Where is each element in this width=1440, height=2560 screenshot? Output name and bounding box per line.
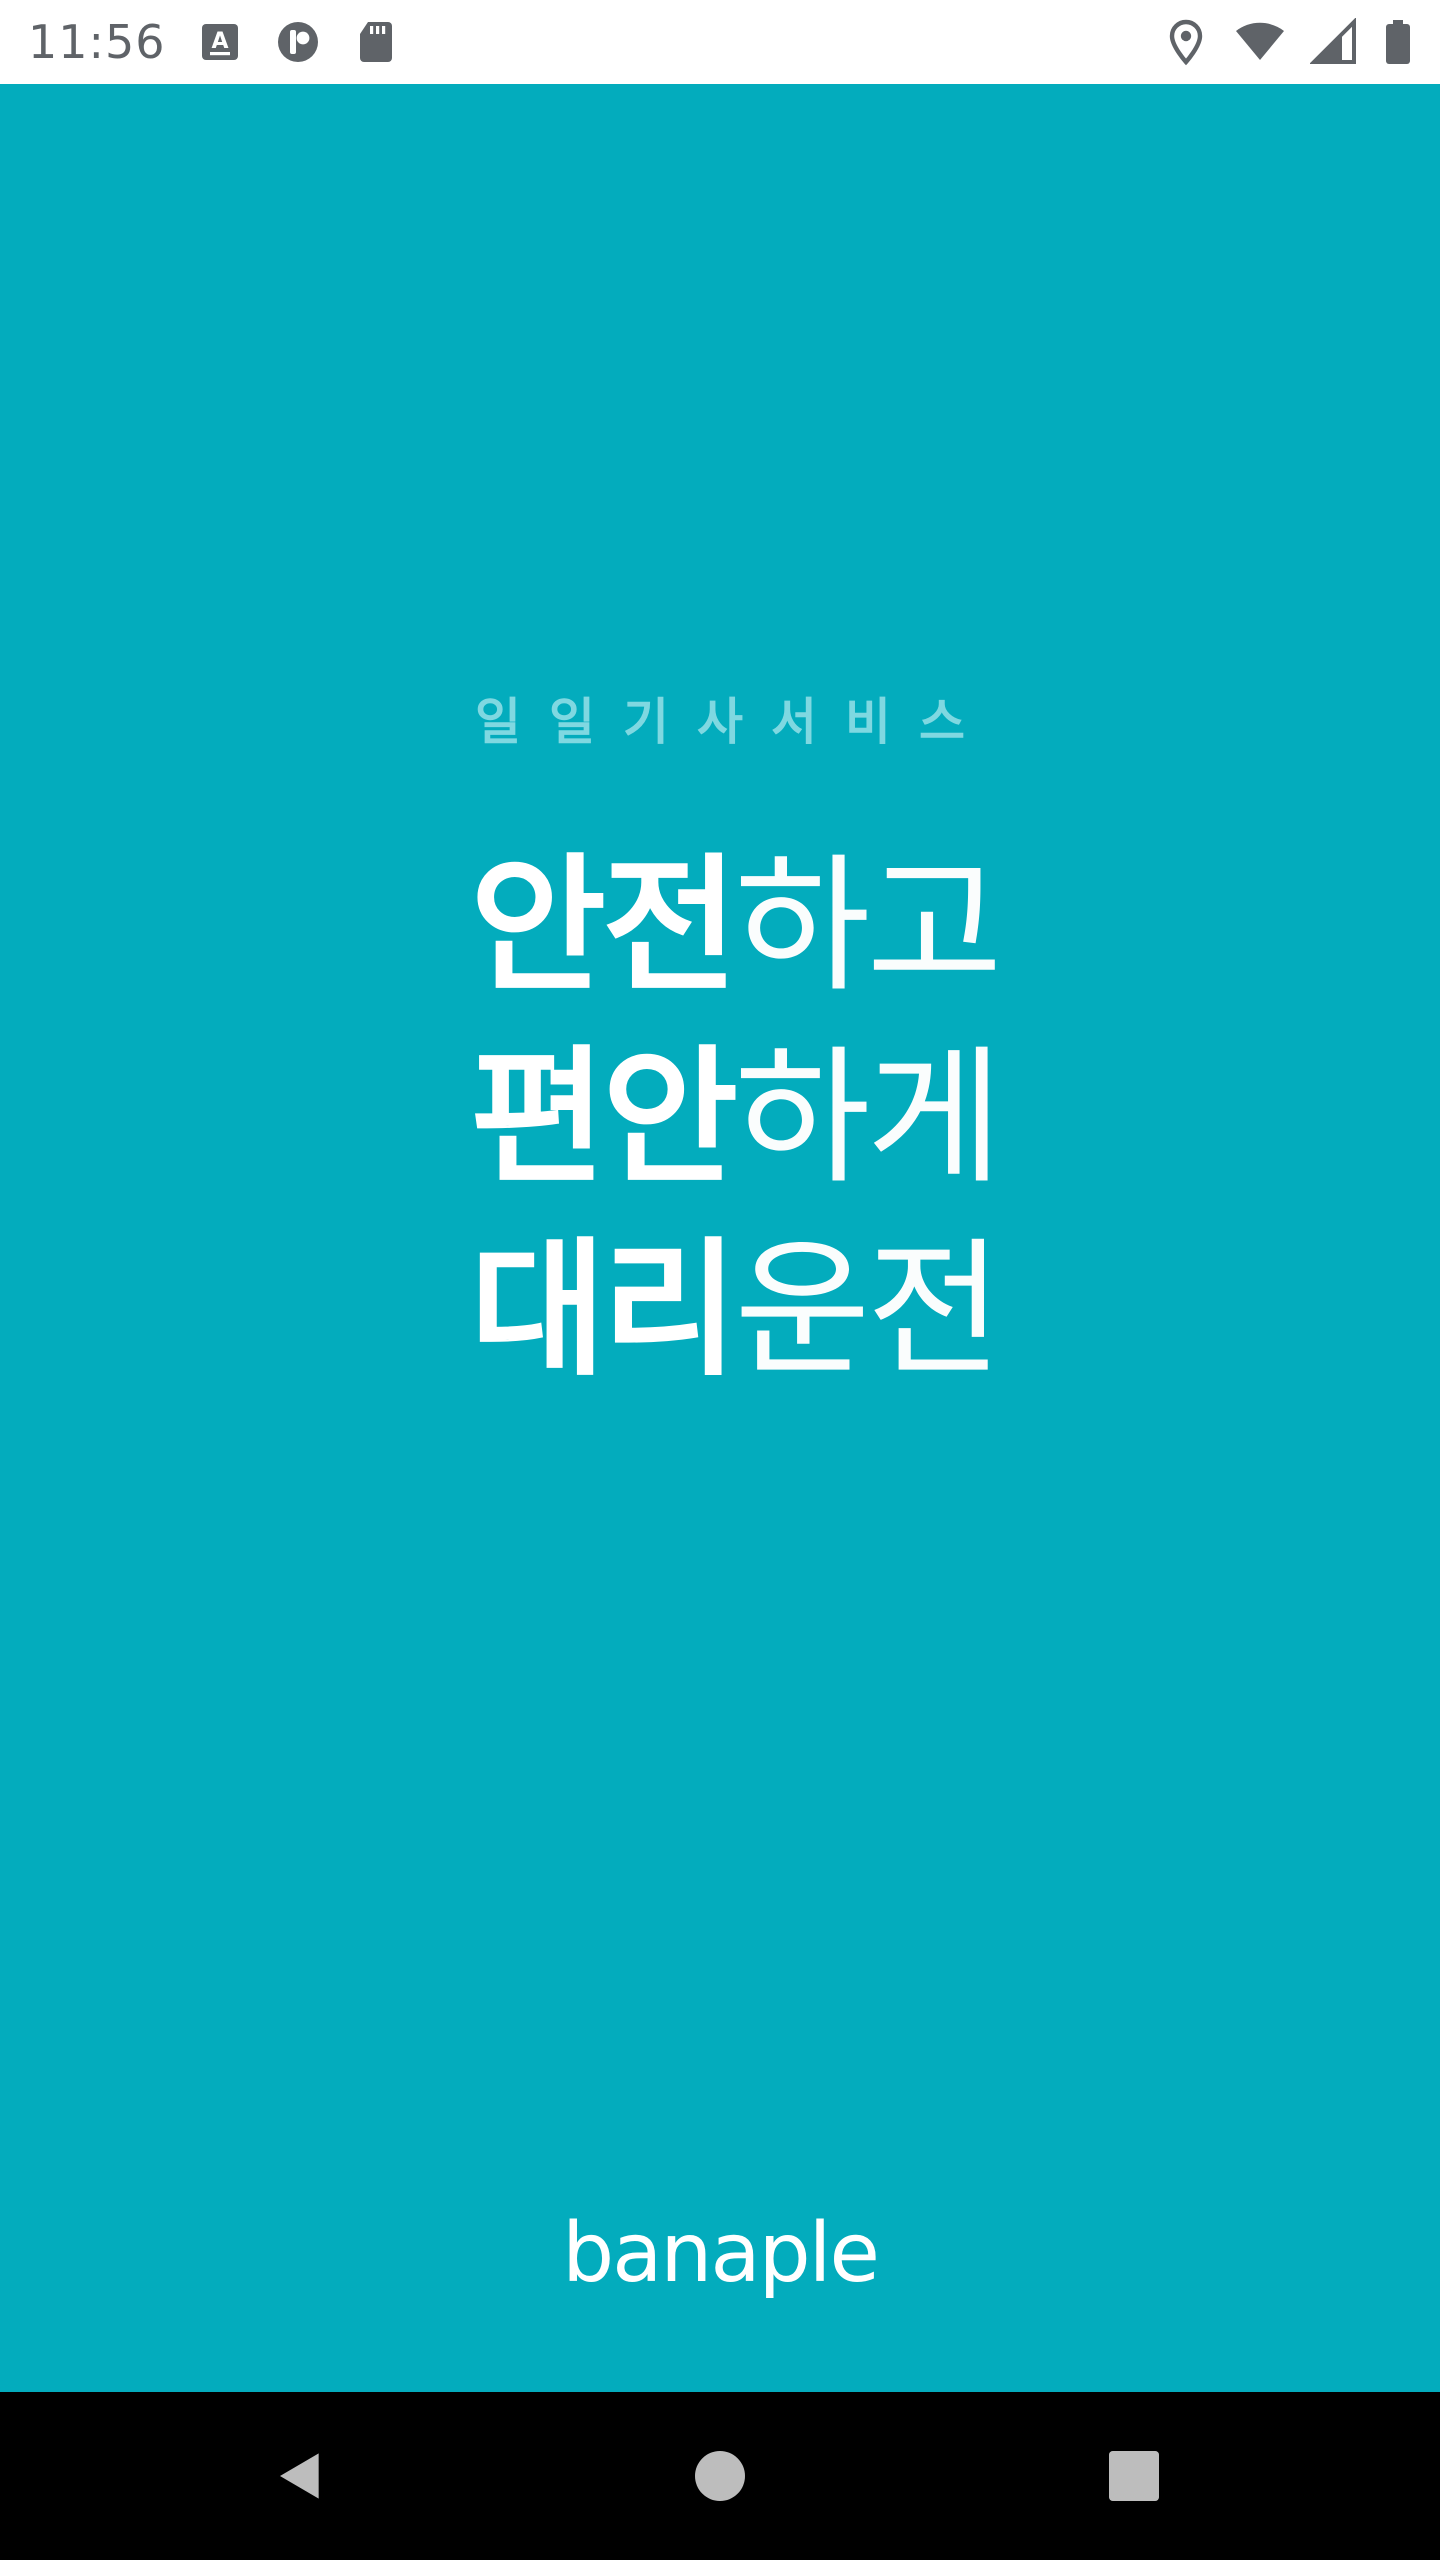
svg-text:A: A bbox=[211, 29, 228, 54]
headline-light-3: 운전 bbox=[734, 1224, 1002, 1396]
splash-content: 일일기사서비스 안전하고 편안하게 대리운전 banaple bbox=[0, 84, 1440, 2392]
app-notification-icon bbox=[274, 18, 322, 66]
home-icon[interactable] bbox=[678, 2434, 762, 2518]
headline-line-2: 편안하게 bbox=[470, 1022, 1030, 1214]
battery-icon bbox=[1380, 18, 1416, 66]
headline-bold-2: 편안 bbox=[470, 1032, 738, 1204]
wifi-icon bbox=[1232, 18, 1288, 66]
headline-line-3: 대리운전 bbox=[470, 1214, 1030, 1406]
headline: 안전하고 편안하게 대리운전 bbox=[470, 830, 1030, 1406]
status-left-icons: A bbox=[196, 18, 400, 66]
signal-icon bbox=[1310, 18, 1358, 66]
status-time: 11:56 bbox=[28, 15, 166, 69]
location-icon bbox=[1162, 18, 1210, 66]
back-icon[interactable] bbox=[258, 2434, 342, 2518]
headline-light-2: 하게 bbox=[734, 1032, 1002, 1204]
navigation-bar bbox=[0, 2392, 1440, 2560]
service-subtitle: 일일기사서비스 bbox=[475, 693, 993, 751]
splash-screen: 11:56 A 일일기사서비스 안전하고 편안하게 대리운전 banaple bbox=[0, 0, 1440, 2560]
banaple-logo: banaple bbox=[562, 2206, 880, 2301]
headline-bold-1: 안전 bbox=[470, 840, 738, 1012]
keyboard-a-icon: A bbox=[196, 18, 244, 66]
status-bar: 11:56 A bbox=[0, 0, 1440, 84]
headline-bold-3: 대리 bbox=[470, 1224, 738, 1396]
headline-line-1: 안전하고 bbox=[470, 830, 1030, 1022]
status-right-icons bbox=[1162, 16, 1416, 68]
recents-icon[interactable] bbox=[1092, 2434, 1176, 2518]
headline-light-1: 하고 bbox=[734, 840, 1002, 1012]
sd-card-icon bbox=[352, 18, 400, 66]
